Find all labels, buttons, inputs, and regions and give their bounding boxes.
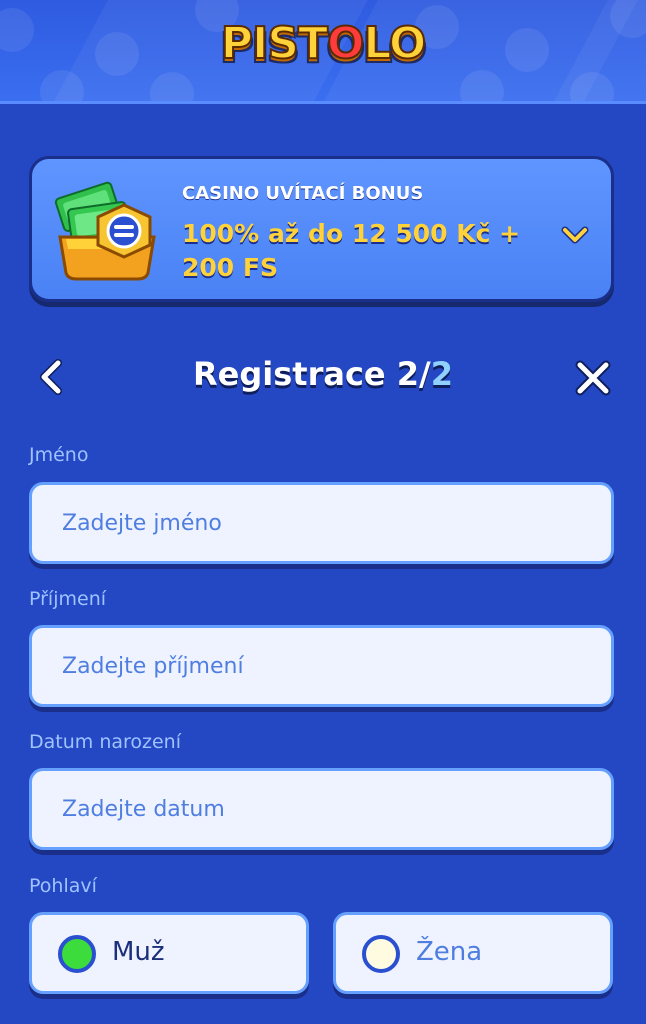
gender-option-female[interactable]: Žena <box>333 912 613 994</box>
page-title: Registrace 2/2 <box>193 355 453 393</box>
header: PISTOLO <box>0 0 646 104</box>
gender-female-label: Žena <box>416 937 483 967</box>
bonus-title: 100% až do 12 500 Kč + 200 FS <box>182 219 521 282</box>
first-name-label: Jméno <box>29 444 89 466</box>
cash-chest-icon <box>54 181 156 281</box>
birth-date-field-wrapper <box>29 768 614 850</box>
gender-label: Pohlaví <box>29 875 97 897</box>
last-name-label: Příjmení <box>29 588 107 610</box>
gender-male-label: Muž <box>112 937 165 967</box>
birth-date-label: Datum narození <box>29 731 181 753</box>
first-name-input[interactable] <box>32 485 611 561</box>
close-icon[interactable] <box>573 358 613 398</box>
pistolo-logo[interactable]: PISTOLO <box>220 17 428 70</box>
radio-unselected-icon[interactable] <box>362 935 400 973</box>
chevron-down-icon[interactable] <box>559 219 591 251</box>
first-name-field-wrapper <box>29 482 614 564</box>
last-name-field-wrapper <box>29 625 614 707</box>
gender-option-male[interactable]: Muž <box>29 912 309 994</box>
birth-date-input[interactable] <box>32 771 611 847</box>
radio-selected-icon[interactable] <box>58 935 96 973</box>
bonus-subtitle: CASINO UVÍTACÍ BONUS <box>182 183 424 204</box>
last-name-input[interactable] <box>32 628 611 704</box>
welcome-bonus-card[interactable]: CASINO UVÍTACÍ BONUS 100% až do 12 500 K… <box>29 156 614 302</box>
